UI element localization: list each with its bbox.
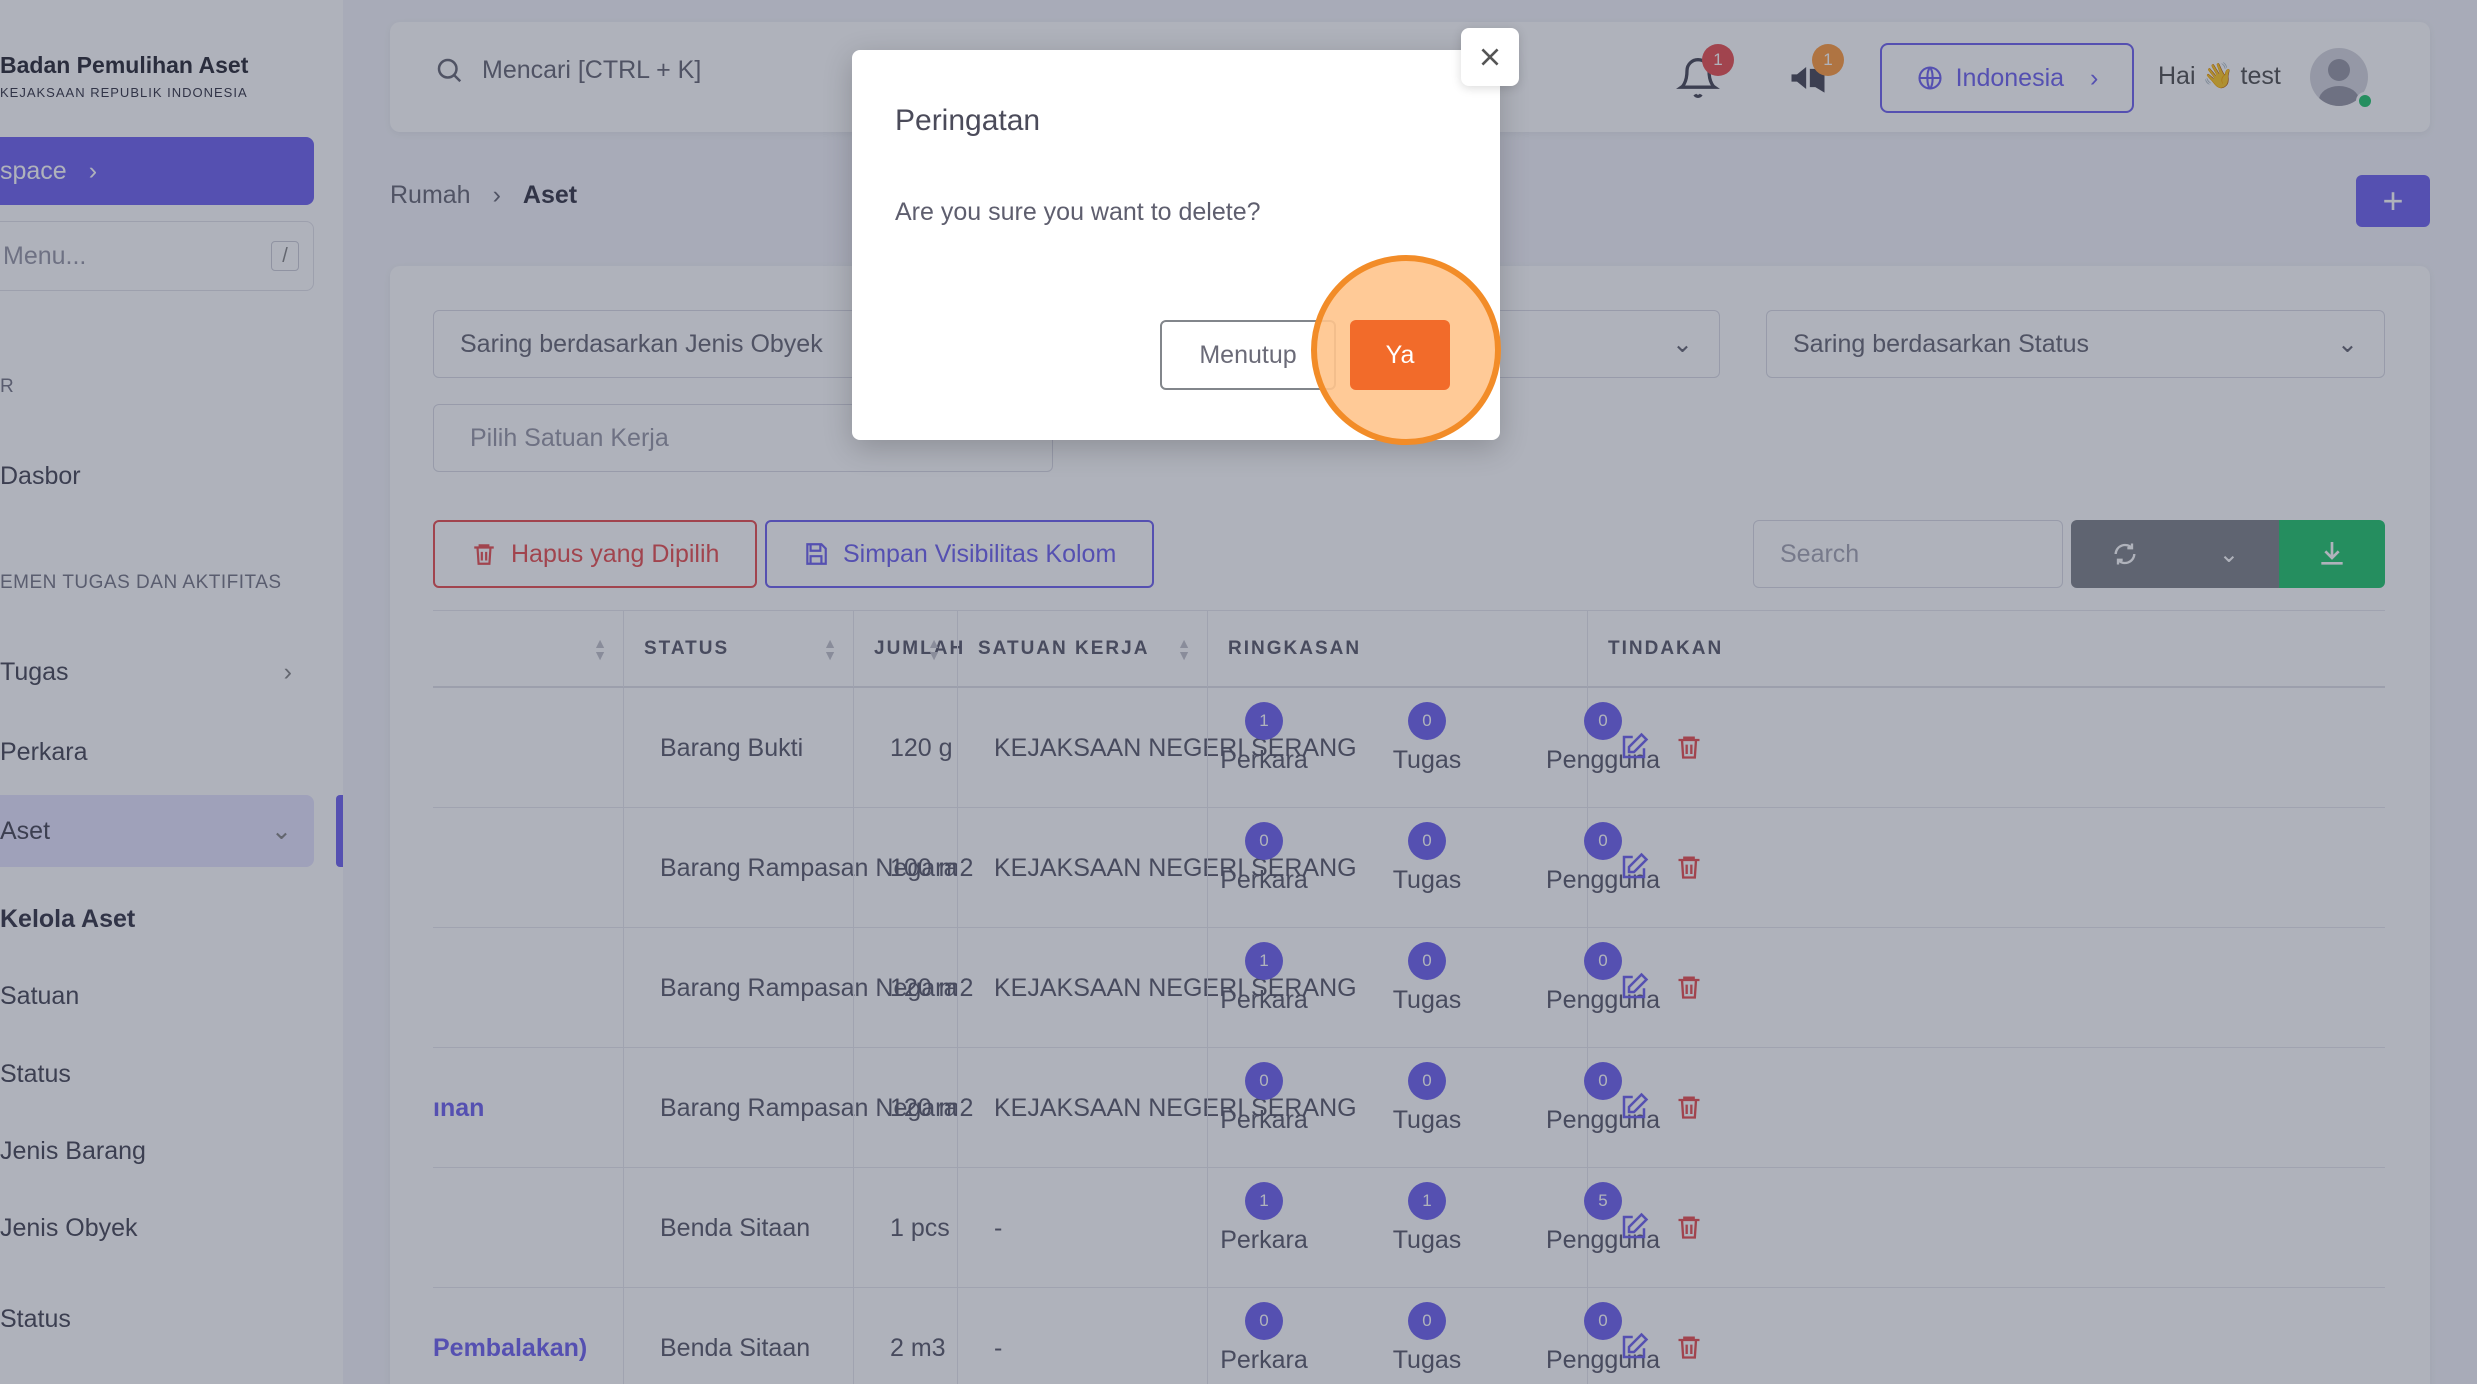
cancel-button[interactable]: Menutup bbox=[1160, 320, 1336, 390]
modal-message: Are you sure you want to delete? bbox=[895, 198, 1261, 226]
modal-title: Peringatan bbox=[895, 104, 1041, 137]
close-icon bbox=[1481, 48, 1499, 66]
confirm-delete-button[interactable]: Ya bbox=[1350, 320, 1450, 390]
modal-close-button[interactable] bbox=[1461, 28, 1519, 86]
